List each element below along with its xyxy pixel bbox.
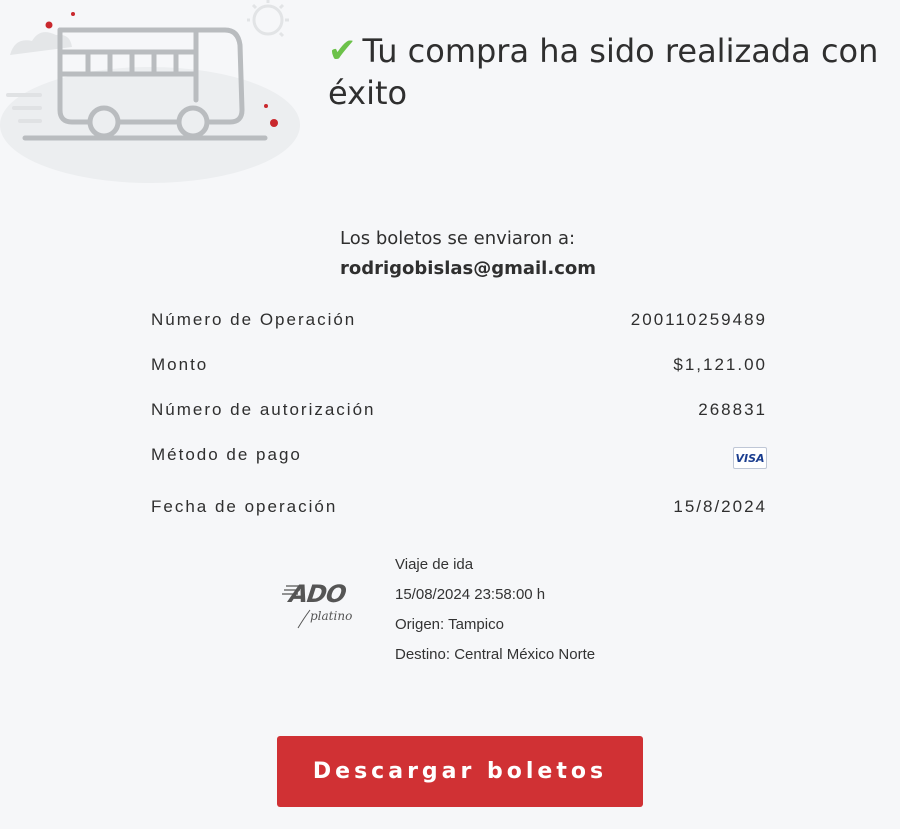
trip-datetime: 15/08/2024 23:58:00 h — [395, 586, 546, 603]
operation-number-row: Número de Operación 200110259489 — [151, 300, 767, 345]
page-title-text: Tu compra ha sido realizada con éxito — [328, 32, 879, 112]
tickets-sent-label: Los boletos se enviaron a: — [340, 228, 576, 249]
trip-origin: Origen: Tampico — [395, 616, 504, 633]
operation-number-label: Número de Operación — [151, 310, 357, 329]
recipient-email: rodrigobislas@gmail.com — [340, 258, 596, 279]
tickets-sent-info: Los boletos se enviaron a: rodrigobislas… — [340, 224, 596, 284]
authorization-row: Número de autorización 268831 — [151, 390, 767, 435]
visa-card-icon: VISA — [733, 447, 767, 469]
ado-platino-logo: ADO platino — [282, 580, 352, 629]
svg-text:platino: platino — [310, 609, 352, 623]
trip-type: Viaje de ida — [395, 556, 474, 573]
page-title: ✔ Tu compra ha sido realizada con éxito — [328, 30, 888, 114]
authorization-label: Número de autorización — [151, 400, 376, 419]
bus-illustration — [0, 0, 300, 183]
payment-method-row: Método de pago VISA — [151, 435, 767, 487]
operation-number-value: 200110259489 — [630, 310, 767, 329]
download-tickets-button[interactable]: Descargar boletos — [277, 736, 643, 807]
amount-value: $1,121.00 — [673, 355, 767, 374]
trip-destination: Destino: Central México Norte — [395, 646, 596, 663]
payment-method-label: Método de pago — [151, 445, 302, 464]
trip-info: Viaje de ida 15/08/2024 23:58:00 h Orige… — [395, 550, 595, 670]
operation-date-label: Fecha de operación — [151, 497, 338, 516]
operation-date-value: 15/8/2024 — [673, 497, 767, 516]
authorization-value: 268831 — [698, 400, 767, 419]
operation-date-row: Fecha de operación 15/8/2024 — [151, 487, 767, 532]
payment-details: Número de Operación 200110259489 Monto $… — [151, 300, 767, 532]
check-icon: ✔ — [328, 31, 357, 71]
amount-label: Monto — [151, 355, 209, 374]
trip-summary: ADO platino Viaje de ida 15/08/2024 23:5… — [280, 550, 680, 680]
amount-row: Monto $1,121.00 — [151, 345, 767, 390]
